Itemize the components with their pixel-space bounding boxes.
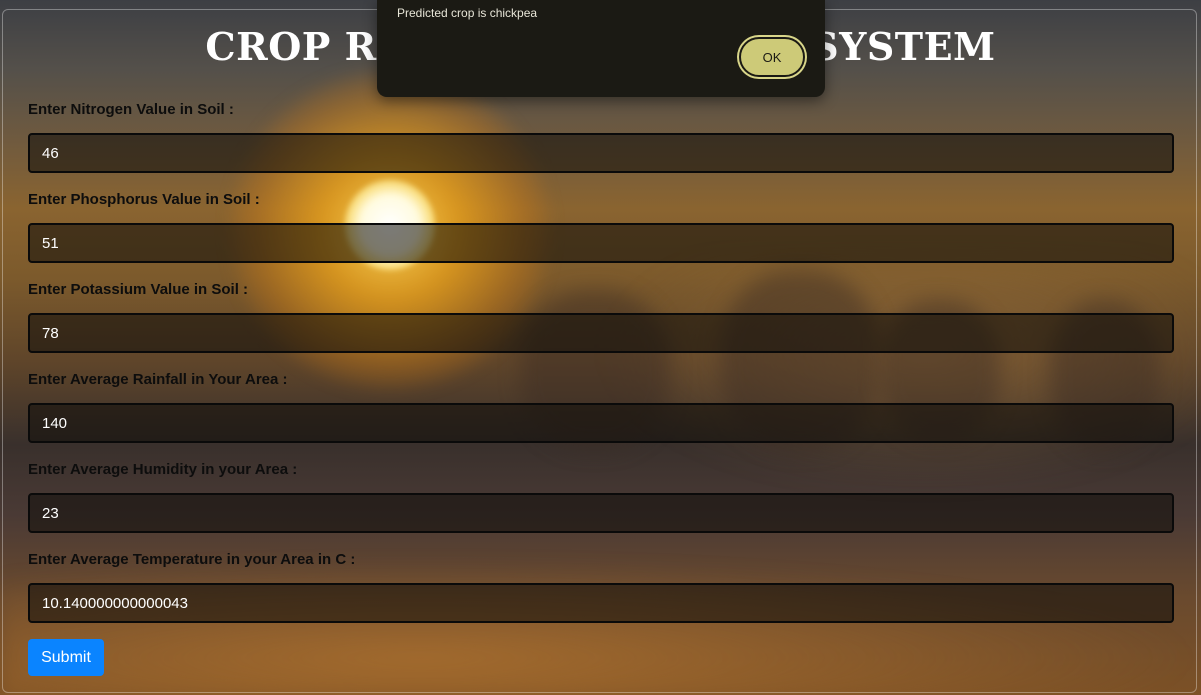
temperature-field-group: Enter Average Temperature in your Area i… <box>28 550 1174 623</box>
crop-form: Enter Nitrogen Value in Soil : Enter Pho… <box>28 100 1174 640</box>
alert-dialog: Predicted crop is chickpea OK <box>377 0 825 97</box>
rainfall-input[interactable] <box>28 403 1174 443</box>
humidity-input[interactable] <box>28 493 1174 533</box>
phosphorus-field-group: Enter Phosphorus Value in Soil : <box>28 190 1174 263</box>
nitrogen-input[interactable] <box>28 133 1174 173</box>
nitrogen-field-group: Enter Nitrogen Value in Soil : <box>28 100 1174 173</box>
ok-button[interactable]: OK <box>739 37 805 77</box>
phosphorus-input[interactable] <box>28 223 1174 263</box>
alert-message: Predicted crop is chickpea <box>397 6 538 20</box>
rainfall-field-group: Enter Average Rainfall in Your Area : <box>28 370 1174 443</box>
nitrogen-label: Enter Nitrogen Value in Soil : <box>28 101 234 118</box>
temperature-label: Enter Average Temperature in your Area i… <box>28 551 356 568</box>
potassium-label: Enter Potassium Value in Soil : <box>28 281 249 298</box>
potassium-input[interactable] <box>28 313 1174 353</box>
potassium-field-group: Enter Potassium Value in Soil : <box>28 280 1174 353</box>
phosphorus-label: Enter Phosphorus Value in Soil : <box>28 191 260 208</box>
humidity-field-group: Enter Average Humidity in your Area : <box>28 460 1174 533</box>
rainfall-label: Enter Average Rainfall in Your Area : <box>28 371 288 388</box>
temperature-input[interactable] <box>28 583 1174 623</box>
submit-button[interactable]: Submit <box>28 639 104 676</box>
humidity-label: Enter Average Humidity in your Area : <box>28 461 298 478</box>
